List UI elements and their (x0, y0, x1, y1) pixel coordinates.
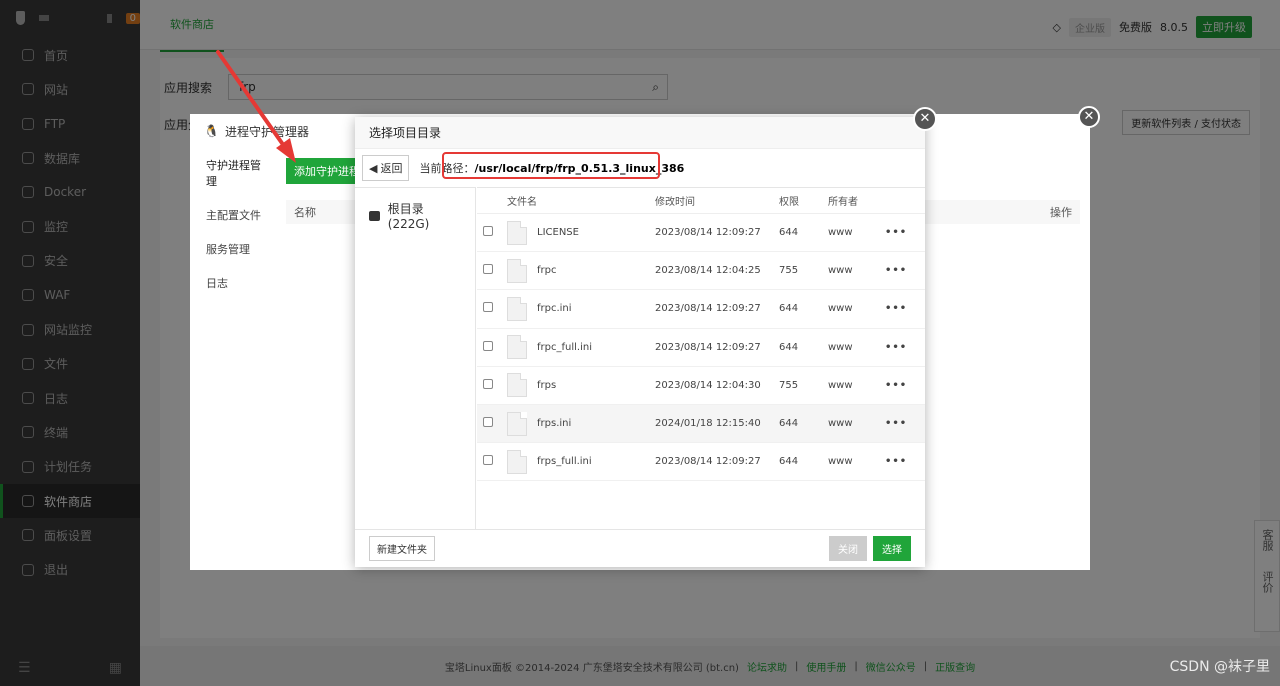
col-filename: 文件名 (507, 197, 537, 208)
file-mtime: 2023/08/14 12:09:27 (655, 227, 761, 239)
more-icon[interactable]: ••• (885, 380, 915, 391)
file-perm: 644 (779, 303, 799, 315)
file-mtime: 2023/08/14 12:04:30 (655, 379, 761, 391)
file-list: 文件名 修改时间 权限 所有者 LICENSE 2023/08/14 12:09:… (477, 187, 925, 529)
file-row[interactable]: frps_full.ini 2023/08/14 12:09:27 644 www ••… (477, 443, 925, 482)
select-button[interactable]: 选择 (873, 536, 911, 561)
file-row[interactable]: frps.ini 2024/01/18 12:15:40 644 www ••• (477, 404, 925, 444)
file-name: LICENSE (537, 227, 579, 239)
file-dialog-close-icon[interactable]: ✕ (913, 107, 937, 131)
file-row[interactable]: frpc 2023/08/14 12:04:25 755 www ••• (477, 252, 925, 291)
file-perm: 755 (779, 379, 799, 391)
file-row[interactable]: LICENSE 2023/08/14 12:09:27 644 www ••• (477, 214, 925, 253)
back-label: 返回 (380, 162, 403, 175)
col-mtime: 修改时间 (655, 197, 695, 208)
file-name: frpc_full.ini (537, 341, 592, 353)
dialog-nav: 守护进程管理 主配置文件 服务管理 日志 (190, 148, 282, 300)
tree-root-item[interactable]: 根目录 (222G) (355, 188, 475, 243)
file-name: frps (537, 379, 557, 391)
more-icon[interactable]: ••• (885, 456, 915, 467)
file-owner: www (828, 303, 853, 315)
file-mtime: 2023/08/14 12:09:27 (655, 456, 761, 468)
tree-root-label: 根目录 (222G) (387, 202, 430, 231)
file-checkbox[interactable] (483, 226, 493, 237)
file-mtime: 2023/08/14 12:09:27 (655, 341, 761, 353)
file-icon (507, 296, 527, 321)
dialog-title: 进程守护管理器 (224, 124, 309, 139)
more-icon[interactable]: ••• (885, 227, 915, 238)
close-button[interactable]: 关闭 (829, 536, 867, 561)
col-action: 操作 (1050, 206, 1072, 219)
nav-main-config[interactable]: 主配置文件 (190, 198, 282, 232)
back-arrow-icon: ◀ (369, 161, 378, 175)
file-name: frpc.ini (537, 303, 572, 315)
file-checkbox[interactable] (483, 455, 493, 466)
watermark: CSDN @袜子里 (1169, 659, 1270, 675)
file-checkbox[interactable] (483, 417, 493, 428)
new-folder-button[interactable]: 新建文件夹 (369, 536, 435, 561)
outer-close-icon[interactable]: ✕ (1078, 106, 1100, 128)
file-owner: www (828, 418, 853, 430)
file-perm: 644 (779, 418, 799, 430)
disk-icon (369, 210, 380, 221)
file-perm: 755 (779, 265, 799, 277)
file-list-header: 文件名 修改时间 权限 所有者 (477, 188, 925, 214)
file-icon (507, 335, 527, 360)
file-name: frpc (537, 265, 557, 277)
file-owner: www (828, 379, 853, 391)
file-icon (507, 220, 527, 245)
more-icon[interactable]: ••• (885, 418, 915, 429)
file-owner: www (828, 341, 853, 353)
file-icon (507, 373, 527, 398)
file-icon (507, 411, 527, 436)
file-checkbox[interactable] (483, 340, 493, 351)
file-mtime: 2023/08/14 12:09:27 (655, 303, 761, 315)
file-row[interactable]: frpc_full.ini 2023/08/14 12:09:27 644 www ••… (477, 329, 925, 367)
file-row[interactable]: frpc.ini 2023/08/14 12:09:27 644 www ••• (477, 290, 925, 329)
col-owner: 所有者 (828, 197, 858, 208)
file-owner: www (828, 456, 853, 468)
file-rows: LICENSE 2023/08/14 12:09:27 644 www ••• frpc 2… (477, 214, 925, 482)
file-mtime: 2024/01/18 12:15:40 (655, 418, 761, 430)
file-row[interactable]: frps 2023/08/14 12:04:30 755 www ••• (477, 367, 925, 405)
col-perm: 权限 (779, 197, 799, 208)
file-icon (507, 449, 527, 474)
nav-log[interactable]: 日志 (190, 266, 282, 300)
file-perm: 644 (779, 456, 799, 468)
file-name: frps_full.ini (537, 456, 592, 468)
path-highlight-box (442, 152, 660, 179)
file-mtime: 2023/08/14 12:04:25 (655, 265, 761, 277)
file-perm: 644 (779, 227, 799, 239)
more-icon[interactable]: ••• (885, 265, 915, 276)
directory-tree: 根目录 (222G) (355, 187, 476, 529)
file-checkbox[interactable] (483, 378, 493, 389)
nav-process-manage[interactable]: 守护进程管理 (190, 148, 282, 198)
file-icon (507, 258, 527, 283)
file-perm: 644 (779, 341, 799, 353)
file-dialog-footer: 新建文件夹 关闭 选择 (355, 529, 925, 567)
col-name: 名称 (294, 206, 316, 219)
file-checkbox[interactable] (483, 264, 493, 275)
file-owner: www (828, 265, 853, 277)
file-checkbox[interactable] (483, 302, 493, 313)
nav-service-manage[interactable]: 服务管理 (190, 232, 282, 266)
file-owner: www (828, 227, 853, 239)
more-icon[interactable]: ••• (885, 303, 915, 314)
file-dialog-title: 选择项目目录 (355, 117, 925, 149)
file-name: frps.ini (537, 418, 572, 430)
linux-icon: 🐧 (204, 124, 219, 138)
more-icon[interactable]: ••• (885, 342, 915, 353)
back-button[interactable]: ◀ 返回 (362, 155, 410, 181)
select-directory-dialog: 选择项目目录 ◀ 返回 当前路径：/usr/local/frp/frp_0.51… (355, 117, 925, 567)
